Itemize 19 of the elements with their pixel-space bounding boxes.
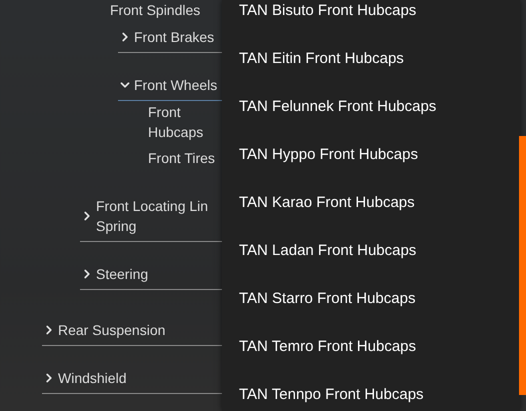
tree-item-label[interactable]: Front Hubcaps	[148, 102, 220, 142]
menu-item[interactable]: TAN Eitin Front Hubcaps	[222, 35, 520, 83]
menu-item[interactable]: TAN Ladan Front Hubcaps	[222, 227, 520, 275]
menu-item[interactable]: TAN Felunnek Front Hubcaps	[222, 83, 520, 131]
tree-item-label[interactable]: Front Tires	[148, 148, 220, 168]
tree-item-label[interactable]: Front Brakes	[134, 27, 214, 47]
tree-item-label[interactable]: Front Locating Lin Spring	[96, 196, 208, 236]
menu-item[interactable]: TAN Tennpo Front Hubcaps	[222, 371, 520, 411]
tree-item-label[interactable]: Front Spindles	[110, 0, 200, 20]
menu-item[interactable]: TAN Temro Front Hubcaps	[222, 323, 520, 371]
tree-item-label[interactable]: Windshield	[58, 368, 126, 388]
menu-item[interactable]: TAN Karao Front Hubcaps	[222, 179, 520, 227]
tree-item-label[interactable]: Rear Suspension	[58, 320, 166, 340]
scrollbar-thumb[interactable]	[519, 136, 526, 395]
menu-item[interactable]: TAN Bisuto Front Hubcaps	[222, 0, 520, 35]
menu-item[interactable]: TAN Hyppo Front Hubcaps	[222, 131, 520, 179]
menu-item[interactable]: TAN Starro Front Hubcaps	[222, 275, 520, 323]
tree-item-label[interactable]: Steering	[96, 264, 148, 284]
tree-item-label[interactable]: Front Wheels	[134, 75, 218, 95]
